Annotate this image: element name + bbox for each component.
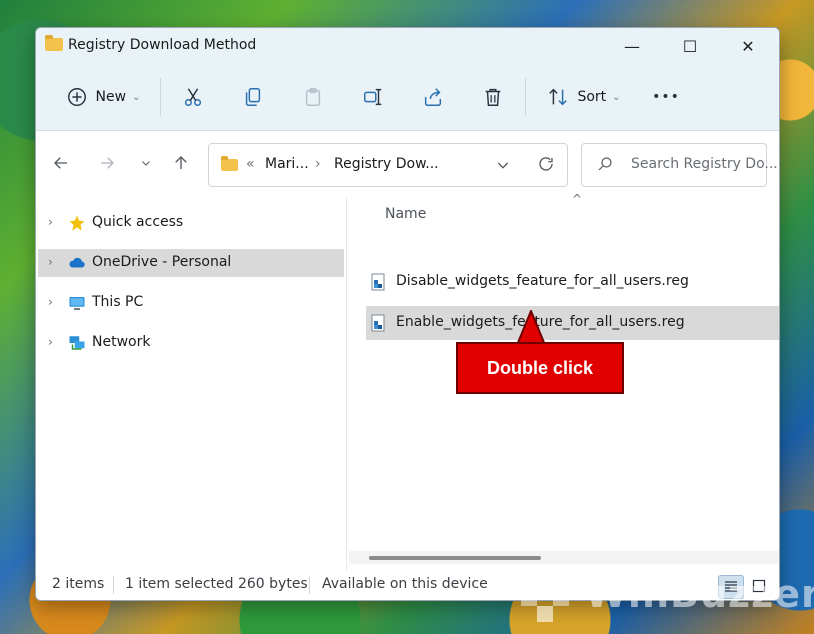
watermark: WinBuzzer — [515, 568, 814, 628]
callout-pointer — [516, 310, 546, 346]
chevron-down-icon — [497, 162, 509, 169]
share-button[interactable] — [416, 64, 450, 130]
toolbar-separator — [525, 78, 526, 116]
chevron-right-icon[interactable]: › — [48, 295, 53, 309]
sort-label: Sort — [577, 89, 607, 105]
window-title: Registry Download Method — [68, 37, 257, 53]
back-button[interactable] — [47, 149, 75, 177]
sidebar-item-label: Quick access — [92, 214, 184, 230]
search-icon — [596, 155, 614, 177]
rename-button[interactable] — [356, 64, 390, 130]
sidebar-item-network[interactable]: › Network — [38, 329, 344, 357]
registry-file-icon — [371, 314, 385, 332]
folder-icon — [45, 35, 63, 51]
column-header-name[interactable]: Name — [385, 206, 426, 222]
new-button[interactable]: New ⌄ — [58, 64, 148, 130]
paste-icon — [305, 88, 321, 106]
scrollbar-thumb[interactable] — [369, 556, 541, 560]
navigation-bar: « Mari... › Registry Dow... Search Regis… — [36, 131, 779, 197]
chevron-right-icon[interactable]: › — [48, 335, 53, 349]
chevron-down-icon: ⌄ — [612, 91, 621, 103]
refresh-button[interactable] — [537, 155, 555, 177]
status-separator — [309, 576, 310, 594]
search-input[interactable]: Search Registry Do... — [631, 156, 778, 172]
minimize-button[interactable]: — — [603, 28, 661, 64]
toolbar-separator — [160, 78, 161, 116]
more-options-button[interactable]: ••• — [646, 64, 686, 130]
chevron-right-icon[interactable]: › — [48, 215, 53, 229]
address-history-button[interactable] — [495, 157, 511, 177]
breadcrumb-item[interactable]: Registry Dow... — [334, 156, 439, 172]
breadcrumb-overflow[interactable]: « — [246, 156, 255, 172]
horizontal-scrollbar[interactable] — [349, 551, 779, 564]
file-row[interactable]: Disable_widgets_feature_for_all_users.re… — [366, 265, 779, 299]
registry-file-icon — [371, 273, 385, 291]
file-row-selected[interactable]: Enable_widgets_feature_for_all_users.reg — [366, 306, 779, 340]
sidebar-item-onedrive[interactable]: › OneDrive - Personal — [38, 249, 344, 277]
rename-icon — [364, 88, 382, 106]
arrow-left-icon — [54, 157, 67, 169]
refresh-icon — [539, 157, 553, 171]
up-button[interactable] — [167, 149, 195, 177]
selection-info: 1 item selected 260 bytes — [125, 576, 308, 592]
sort-button[interactable]: Sort ⌄ — [541, 64, 627, 130]
close-button[interactable]: ✕ — [719, 28, 777, 64]
arrow-right-icon — [101, 157, 114, 169]
copy-icon — [245, 88, 261, 106]
pane-divider[interactable] — [346, 198, 347, 570]
sidebar-item-this-pc[interactable]: › This PC — [38, 289, 344, 317]
star-icon — [69, 215, 85, 231]
cloud-icon — [69, 257, 85, 268]
navigation-pane: › Quick access › OneDrive - Personal › T… — [36, 198, 347, 570]
delete-button[interactable] — [476, 64, 510, 130]
command-bar: New ⌄ Sort ⌄ ••• — [36, 64, 779, 131]
file-name: Disable_widgets_feature_for_all_users.re… — [396, 273, 689, 289]
availability-status: Available on this device — [322, 576, 488, 592]
watermark-logo-icon — [521, 574, 569, 622]
forward-button[interactable] — [93, 149, 121, 177]
address-bar[interactable]: « Mari... › Registry Dow... — [208, 143, 568, 187]
status-separator — [113, 576, 114, 594]
title-bar[interactable]: Registry Download Method — ☐ ✕ — [36, 28, 779, 64]
share-icon — [424, 88, 442, 106]
sidebar-item-quick-access[interactable]: › Quick access — [38, 209, 344, 237]
new-label: New — [95, 89, 127, 105]
cut-button[interactable] — [176, 64, 210, 130]
search-box[interactable]: Search Registry Do... — [581, 143, 778, 187]
item-count: 2 items — [52, 576, 105, 592]
breadcrumb-separator[interactable]: › — [315, 156, 321, 172]
double-click-callout: Double click — [456, 342, 624, 394]
delete-icon — [485, 88, 501, 106]
file-explorer-window: Registry Download Method — ☐ ✕ New ⌄ Sor… — [35, 27, 780, 601]
sort-icon — [549, 88, 568, 106]
chevron-right-icon[interactable]: › — [48, 255, 53, 269]
maximize-button[interactable]: ☐ — [661, 28, 719, 64]
sidebar-item-label: This PC — [92, 294, 144, 310]
watermark-text: WinBuzzer — [585, 572, 814, 616]
cut-icon — [184, 88, 202, 106]
network-icon — [69, 336, 85, 350]
sidebar-item-label: Network — [92, 334, 151, 350]
paste-button[interactable] — [296, 64, 330, 130]
monitor-icon — [69, 297, 85, 310]
chevron-down-icon: ⌄ — [132, 91, 141, 103]
chevron-down-icon — [142, 161, 150, 166]
plus-circle-icon — [67, 88, 86, 106]
copy-button[interactable] — [236, 64, 270, 130]
breadcrumb-item[interactable]: Mari... — [265, 156, 309, 172]
sidebar-item-label: OneDrive - Personal — [92, 254, 232, 270]
arrow-up-icon — [175, 156, 187, 169]
sort-ascending-icon: ^ — [572, 192, 583, 206]
callout-label: Double click — [486, 357, 594, 378]
recent-locations-button[interactable] — [132, 149, 160, 177]
folder-icon — [221, 156, 238, 171]
